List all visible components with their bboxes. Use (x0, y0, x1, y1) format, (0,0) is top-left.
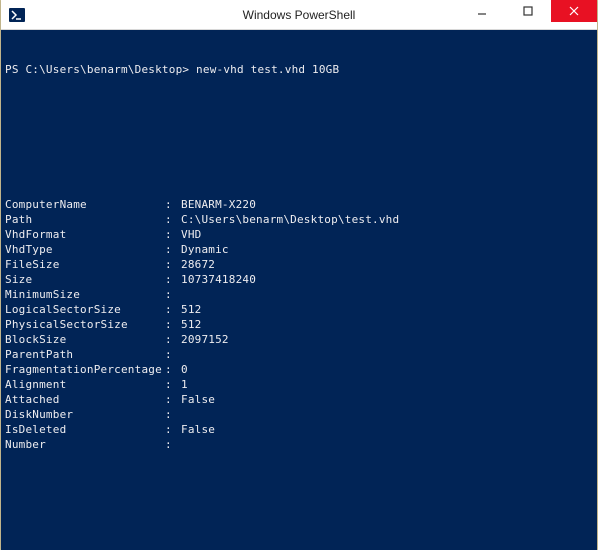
output-block-1: ComputerName: BENARM-X220Path: C:\Users\… (5, 197, 593, 452)
property-value: 512 (181, 302, 201, 317)
output-row: ParentPath: (5, 347, 593, 362)
property-value: 28672 (181, 257, 215, 272)
output-row: LogicalSectorSize: 512 (5, 302, 593, 317)
property-name: BlockSize (5, 332, 165, 347)
output-row: FragmentationPercentage: 0 (5, 362, 593, 377)
property-value: 10737418240 (181, 272, 256, 287)
colon-separator: : (165, 437, 181, 452)
colon-separator: : (165, 242, 181, 257)
colon-separator: : (165, 392, 181, 407)
property-value: VHD (181, 227, 201, 242)
property-value: 0 (181, 362, 188, 377)
colon-separator: : (165, 317, 181, 332)
output-row: DiskNumber: (5, 407, 593, 422)
property-name: Number (5, 437, 165, 452)
colon-separator: : (165, 302, 181, 317)
colon-separator: : (165, 407, 181, 422)
colon-separator: : (165, 422, 181, 437)
property-name: ParentPath (5, 347, 165, 362)
property-name: FileSize (5, 257, 165, 272)
output-row: PhysicalSectorSize: 512 (5, 317, 593, 332)
colon-separator: : (165, 347, 181, 362)
output-row: VhdType: Dynamic (5, 242, 593, 257)
property-name: LogicalSectorSize (5, 302, 165, 317)
titlebar[interactable]: Windows PowerShell (1, 0, 597, 30)
output-row: VhdFormat: VHD (5, 227, 593, 242)
prompt: PS C:\Users\benarm\Desktop> (5, 63, 189, 76)
property-name: DiskNumber (5, 407, 165, 422)
property-value: Dynamic (181, 242, 229, 257)
blank-line (5, 527, 593, 542)
colon-separator: : (165, 257, 181, 272)
property-name: PhysicalSectorSize (5, 317, 165, 332)
property-name: MinimumSize (5, 287, 165, 302)
property-name: VhdType (5, 242, 165, 257)
prompt-line-1: PS C:\Users\benarm\Desktop> new-vhd test… (5, 62, 593, 77)
colon-separator: : (165, 362, 181, 377)
property-value: C:\Users\benarm\Desktop\test.vhd (181, 212, 399, 227)
colon-separator: : (165, 197, 181, 212)
colon-separator: : (165, 212, 181, 227)
property-name: Size (5, 272, 165, 287)
blank-line (5, 152, 593, 167)
output-row: FileSize: 28672 (5, 257, 593, 272)
colon-separator: : (165, 272, 181, 287)
property-name: Alignment (5, 377, 165, 392)
blank-line (5, 482, 593, 497)
output-row: Size: 10737418240 (5, 272, 593, 287)
maximize-button[interactable] (505, 0, 551, 22)
property-name: FragmentationPercentage (5, 362, 165, 377)
command-1: new-vhd test.vhd 10GB (196, 63, 339, 76)
colon-separator: : (165, 377, 181, 392)
property-value: False (181, 422, 215, 437)
property-value: 2097152 (181, 332, 229, 347)
colon-separator: : (165, 332, 181, 347)
property-value: 512 (181, 317, 201, 332)
property-name: Path (5, 212, 165, 227)
property-name: ComputerName (5, 197, 165, 212)
output-row: Path: C:\Users\benarm\Desktop\test.vhd (5, 212, 593, 227)
output-row: Number: (5, 437, 593, 452)
output-row: Alignment: 1 (5, 377, 593, 392)
property-value: 1 (181, 377, 188, 392)
blank-line (5, 107, 593, 122)
colon-separator: : (165, 287, 181, 302)
property-value: False (181, 392, 215, 407)
property-name: IsDeleted (5, 422, 165, 437)
minimize-button[interactable] (459, 0, 505, 22)
window-controls (459, 0, 597, 22)
property-value: BENARM-X220 (181, 197, 256, 212)
property-name: Attached (5, 392, 165, 407)
output-row: ComputerName: BENARM-X220 (5, 197, 593, 212)
output-row: IsDeleted: False (5, 422, 593, 437)
colon-separator: : (165, 227, 181, 242)
output-row: Attached: False (5, 392, 593, 407)
property-name: VhdFormat (5, 227, 165, 242)
close-button[interactable] (551, 0, 597, 22)
output-row: BlockSize: 2097152 (5, 332, 593, 347)
powershell-icon (9, 7, 25, 23)
terminal-body[interactable]: PS C:\Users\benarm\Desktop> new-vhd test… (1, 30, 597, 550)
powershell-window: Windows PowerShell PS C:\Users\benarm\De… (1, 0, 597, 550)
output-row: MinimumSize: (5, 287, 593, 302)
